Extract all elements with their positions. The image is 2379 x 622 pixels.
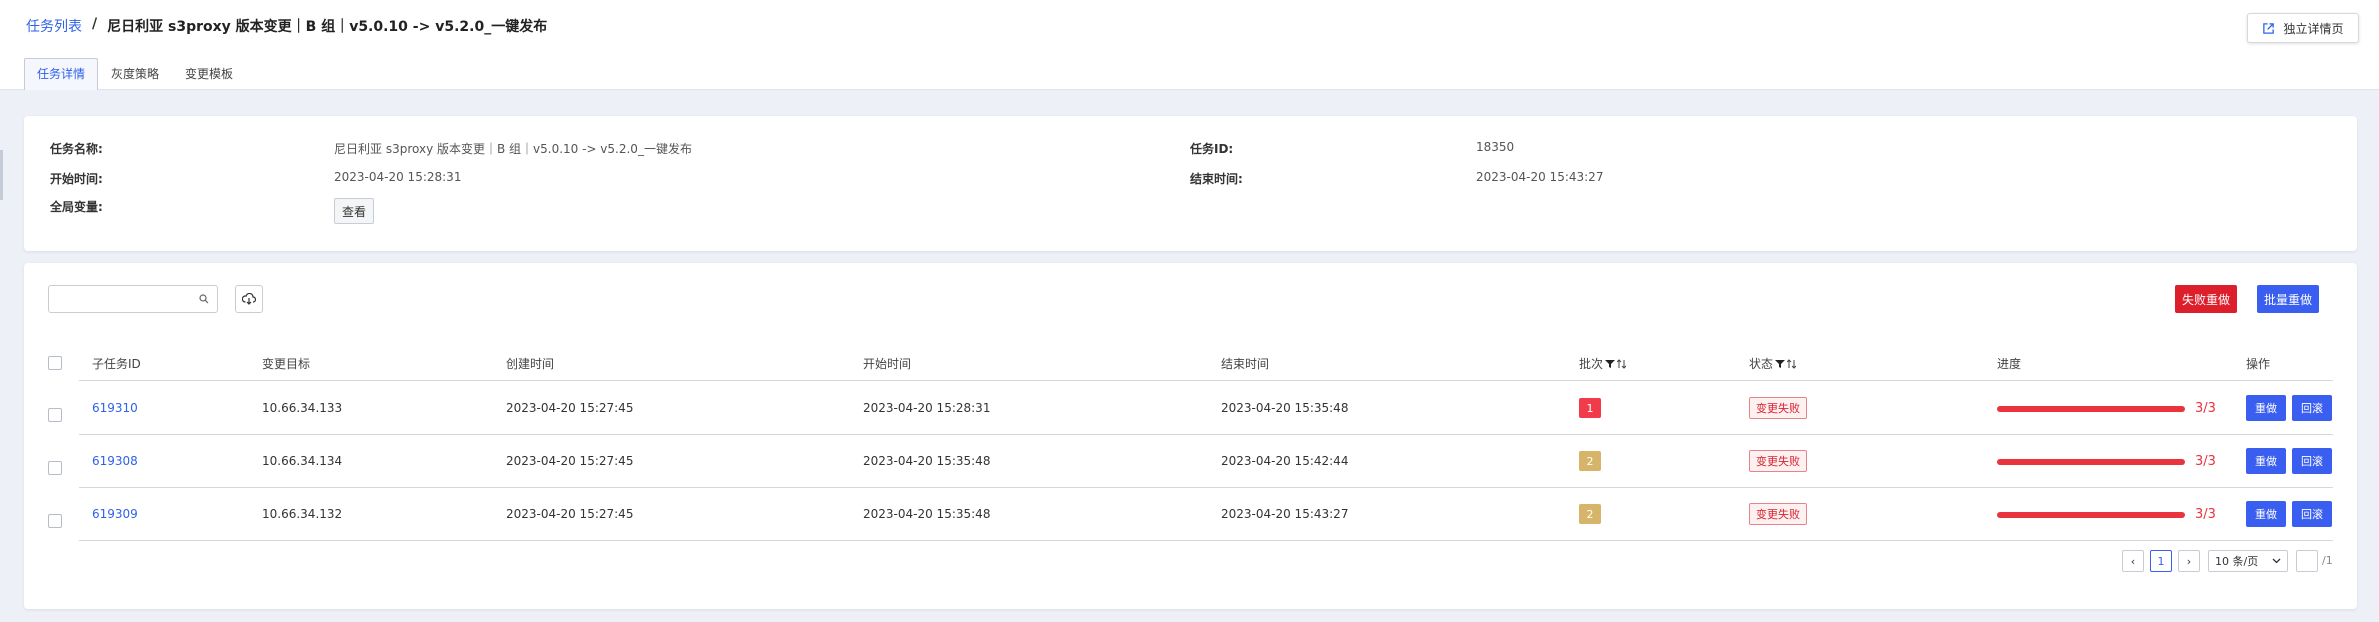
progress-bar: [1997, 512, 2185, 518]
cloud-download-icon: [242, 293, 256, 305]
side-edge-handle: [0, 150, 3, 200]
header-batch: 批次: [1579, 357, 1604, 371]
page-size-value: 10 条/页: [2215, 555, 2259, 568]
start-time-value: 2023-04-20 15:28:31: [334, 170, 462, 184]
tab-task-detail[interactable]: 任务详情: [24, 58, 99, 90]
status-badge: 变更失败: [1749, 503, 1807, 525]
subtask-id-link[interactable]: 619308: [92, 454, 138, 468]
progress-bar: [1997, 406, 2185, 412]
created-cell: 2023-04-20 15:27:45: [506, 401, 634, 415]
tab-bar: 任务详情 灰度策略 变更模板: [24, 58, 246, 90]
table-header: 子任务ID 变更目标 创建时间 开始时间 结束时间 批次 状态 进度 操作: [79, 345, 2333, 381]
redo-button[interactable]: 重做: [2246, 395, 2286, 421]
subtask-id-link[interactable]: 619310: [92, 401, 138, 415]
end-time-label: 结束时间:: [1190, 172, 1243, 186]
header-start: 开始时间: [863, 357, 912, 371]
redo-button[interactable]: 重做: [2246, 501, 2286, 527]
top-header: 任务列表 / 尼日利亚 s3proxy 版本变更｜B 组｜v5.0.10 -> …: [0, 0, 2379, 90]
created-cell: 2023-04-20 15:27:45: [506, 507, 634, 521]
task-id-label: 任务ID:: [1190, 142, 1234, 156]
rollback-button[interactable]: 回滚: [2292, 501, 2332, 527]
end-time-value: 2023-04-20 15:43:27: [1476, 170, 1604, 184]
row-checkbox[interactable]: [48, 461, 62, 475]
header-status-cell: 状态: [1749, 355, 1797, 372]
status-badge: 变更失败: [1749, 397, 1807, 419]
prev-page-button[interactable]: ‹: [2122, 550, 2144, 572]
progress-text: 3/3: [2195, 507, 2216, 522]
target-cell: 10.66.34.134: [262, 454, 343, 468]
table-row: 619308 10.66.34.134 2023-04-20 15:27:45 …: [79, 435, 2333, 488]
end-cell: 2023-04-20 15:43:27: [1221, 507, 1349, 521]
task-info-card: 任务名称: 尼日利亚 s3proxy 版本变更｜B 组｜v5.0.10 -> v…: [24, 116, 2357, 251]
rollback-button[interactable]: 回滚: [2292, 395, 2332, 421]
breadcrumb-task-list-link[interactable]: 任务列表: [26, 16, 82, 36]
select-all-checkbox[interactable]: [48, 356, 62, 370]
table-row: 619310 10.66.34.133 2023-04-20 15:27:45 …: [79, 382, 2333, 435]
page-size-select[interactable]: 10 条/页: [2208, 550, 2288, 572]
retry-failed-button[interactable]: 失败重做: [2175, 285, 2237, 313]
progress-text: 3/3: [2195, 401, 2216, 416]
filter-icon[interactable]: [1605, 359, 1616, 369]
breadcrumb-separator: /: [92, 16, 98, 32]
header-subtask-id: 子任务ID: [92, 357, 141, 371]
filter-icon[interactable]: [1775, 359, 1786, 369]
global-vars-label: 全局变量:: [50, 200, 103, 214]
end-cell: 2023-04-20 15:42:44: [1221, 454, 1349, 468]
breadcrumb: 任务列表 / 尼日利亚 s3proxy 版本变更｜B 组｜v5.0.10 -> …: [26, 16, 547, 36]
batch-badge: 1: [1579, 398, 1601, 418]
end-cell: 2023-04-20 15:35:48: [1221, 401, 1349, 415]
created-cell: 2023-04-20 15:27:45: [506, 454, 634, 468]
page-1-button[interactable]: 1: [2150, 550, 2172, 572]
page-jump-input[interactable]: [2296, 550, 2318, 572]
task-name-value: 尼日利亚 s3proxy 版本变更｜B 组｜v5.0.10 -> v5.2.0_…: [334, 142, 692, 156]
progress-text: 3/3: [2195, 454, 2216, 469]
row-checkbox[interactable]: [48, 514, 62, 528]
chevron-down-icon: [2272, 558, 2281, 564]
header-ops: 操作: [2246, 357, 2271, 371]
header-progress: 进度: [1997, 357, 2022, 371]
target-cell: 10.66.34.133: [262, 401, 343, 415]
next-page-button[interactable]: ›: [2178, 550, 2200, 572]
batch-retry-button[interactable]: 批量重做: [2257, 285, 2319, 313]
tab-gray-strategy[interactable]: 灰度策略: [98, 58, 172, 90]
start-time-label: 开始时间:: [50, 172, 103, 186]
header-end: 结束时间: [1221, 357, 1270, 371]
view-global-vars-button[interactable]: 查看: [334, 198, 374, 224]
task-id-value: 18350: [1476, 140, 1515, 154]
subtask-table-card: 失败重做 批量重做 子任务ID 变更目标 创建时间 开始时间 结束时间 批次 状…: [24, 263, 2357, 609]
progress-bar: [1997, 459, 2185, 465]
header-created: 创建时间: [506, 357, 555, 371]
task-name-label: 任务名称:: [50, 142, 103, 156]
batch-badge: 2: [1579, 504, 1601, 524]
cloud-download-button[interactable]: [235, 285, 263, 313]
table-row: 619309 10.66.34.132 2023-04-20 15:27:45 …: [79, 488, 2333, 541]
header-batch-cell: 批次: [1579, 355, 1627, 372]
batch-badge: 2: [1579, 451, 1601, 471]
rollback-button[interactable]: 回滚: [2292, 448, 2332, 474]
status-badge: 变更失败: [1749, 450, 1807, 472]
header-status: 状态: [1749, 357, 1774, 371]
page-total: /1: [2322, 554, 2333, 567]
start-cell: 2023-04-20 15:35:48: [863, 454, 991, 468]
search-input[interactable]: [49, 286, 189, 312]
search-box: [48, 285, 218, 313]
page-title: 尼日利亚 s3proxy 版本变更｜B 组｜v5.0.10 -> v5.2.0_…: [107, 19, 548, 35]
subtask-id-link[interactable]: 619309: [92, 507, 138, 521]
sort-icon[interactable]: [1617, 358, 1627, 369]
target-cell: 10.66.34.132: [262, 507, 343, 521]
external-link-icon: [2263, 22, 2275, 34]
start-cell: 2023-04-20 15:35:48: [863, 507, 991, 521]
header-target: 变更目标: [262, 357, 311, 371]
row-checkbox[interactable]: [48, 408, 62, 422]
standalone-detail-button[interactable]: 独立详情页: [2247, 13, 2359, 43]
redo-button[interactable]: 重做: [2246, 448, 2286, 474]
tab-change-template[interactable]: 变更模板: [172, 58, 246, 90]
start-cell: 2023-04-20 15:28:31: [863, 401, 991, 415]
sort-icon[interactable]: [1787, 358, 1797, 369]
standalone-detail-label: 独立详情页: [2283, 21, 2344, 36]
search-icon[interactable]: [199, 294, 209, 304]
